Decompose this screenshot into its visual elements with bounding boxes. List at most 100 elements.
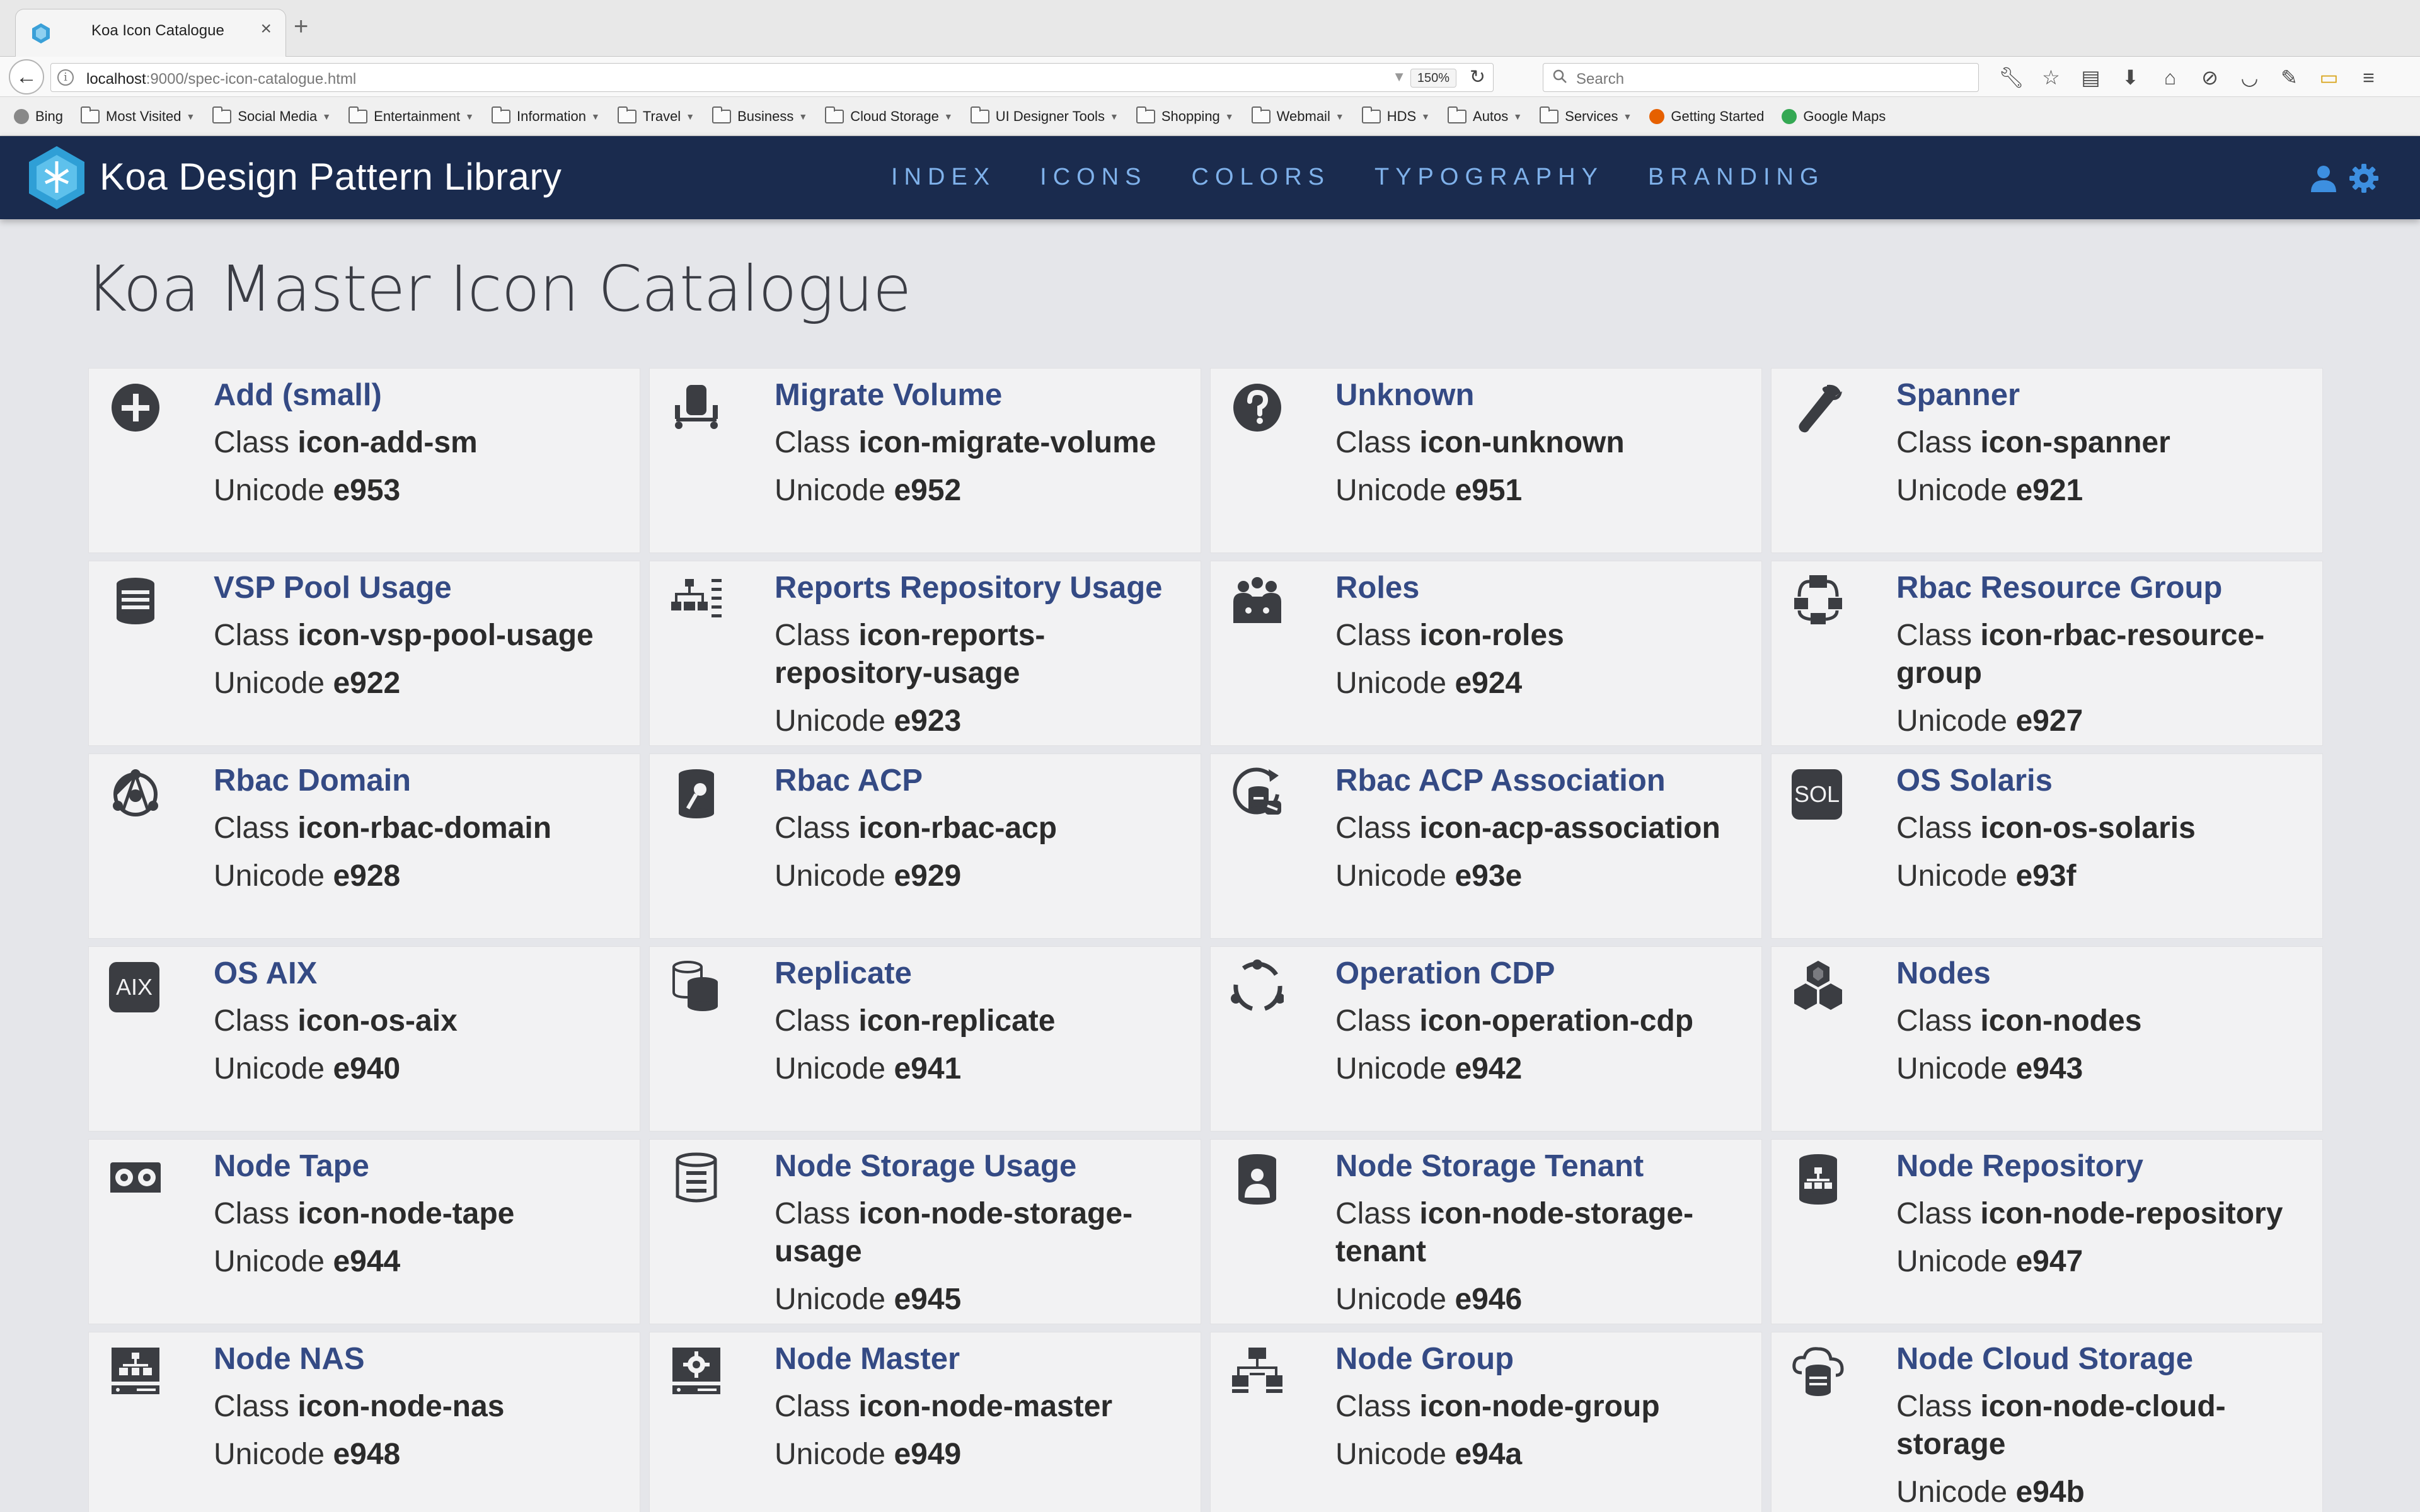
icon-unicode-line: Unicode e944	[214, 1243, 628, 1281]
icon-card: Node Storage Tenant Class icon-node-stora…	[1210, 1139, 1762, 1324]
icon-card: AIX OS AIX Class icon-os-aix Unicode e940	[88, 946, 640, 1131]
bookmark-item[interactable]: Webmail ▼	[1251, 106, 1344, 125]
icon-catalogue-grid: Add (small) Class icon-add-sm Unicode e953…	[88, 368, 2327, 1512]
icon-name: Node NAS	[214, 1342, 365, 1376]
folder-icon	[349, 106, 368, 123]
nav-colors[interactable]: COLORS	[1192, 164, 1330, 191]
stop-icon[interactable]: ⊘	[2190, 66, 2230, 89]
site-info-icon[interactable]: i	[57, 69, 74, 86]
icon-card-body: Roles Class icon-roles Unicode e924	[1335, 569, 1750, 702]
migrate-icon	[675, 385, 718, 429]
menu-icon[interactable]: ≡	[2349, 66, 2388, 89]
bookmark-item[interactable]: Autos ▼	[1448, 106, 1522, 125]
search-bar[interactable]: Search	[1543, 63, 1979, 92]
koa-logo-icon[interactable]	[26, 145, 87, 210]
bookmark-item[interactable]: Cloud Storage ▼	[825, 106, 953, 125]
back-button[interactable]: ←	[9, 59, 44, 94]
icon-unicode-line: Unicode e951	[1335, 472, 1750, 510]
class-label: Class	[1335, 1004, 1412, 1038]
reload-icon[interactable]: ↻	[1470, 66, 1485, 88]
zoom-indicator[interactable]: 150%	[1410, 69, 1456, 88]
icon-unicode-line: Unicode e929	[775, 857, 1189, 895]
icon-card-body: Node Group Class icon-node-group Unicode e…	[1335, 1340, 1750, 1474]
icon-card-body: Operation CDP Class icon-operation-cdp Uni…	[1335, 954, 1750, 1088]
new-tab-button[interactable]: +	[294, 14, 308, 39]
site-favicon-icon	[14, 108, 29, 124]
bookmark-item[interactable]: Entertainment ▼	[349, 106, 474, 125]
bookmark-item[interactable]: Most Visited ▼	[81, 106, 195, 125]
user-icon[interactable]	[2309, 164, 2338, 193]
icon-name: Nodes	[1896, 956, 1991, 990]
icon-card: Node Group Class icon-node-group Unicode e…	[1210, 1332, 1762, 1512]
bookmark-item[interactable]: Google Maps	[1782, 108, 1886, 125]
icon-class-value: icon-spanner	[1980, 426, 2170, 459]
bookmark-item[interactable]: UI Designer Tools ▼	[970, 106, 1119, 125]
class-label: Class	[1896, 619, 1973, 652]
clipboard-icon[interactable]: ▤	[2071, 66, 2111, 89]
icon-class-value: icon-add-sm	[297, 426, 478, 459]
nav-branding[interactable]: BRANDING	[1648, 164, 1825, 191]
unicode-label: Unicode	[1896, 859, 2008, 893]
wrench-icon[interactable]: 🔧︎	[1991, 66, 2031, 89]
icon-unicode-line: Unicode e948	[214, 1436, 628, 1474]
icon-unicode-value: e942	[1455, 1052, 1523, 1085]
bookmark-item[interactable]: Travel ▼	[617, 106, 694, 125]
gear-icon[interactable]	[2348, 163, 2380, 194]
bookmark-label: Business	[737, 108, 794, 124]
acp-icon	[679, 769, 714, 818]
icon-class-line: Class icon-node-storage-usage	[775, 1195, 1189, 1271]
browser-tab[interactable]: Koa Icon Catalogue ×	[15, 9, 286, 57]
class-label: Class	[1896, 1390, 1973, 1423]
icon-unicode-line: Unicode e946	[1335, 1281, 1750, 1319]
icon-card-body: Rbac ACP Association Class icon-acp-assoc…	[1335, 762, 1750, 895]
resource-group-icon	[1794, 575, 1842, 624]
bookmark-star-icon[interactable]: ☆	[2031, 66, 2071, 89]
unicode-label: Unicode	[214, 667, 325, 700]
home-icon[interactable]: ⌂	[2150, 66, 2190, 89]
class-label: Class	[1896, 1004, 1973, 1038]
chevron-down-icon: ▼	[591, 111, 600, 122]
bookmark-item[interactable]: Social Media ▼	[212, 106, 331, 125]
icon-name: Rbac ACP Association	[1335, 764, 1666, 798]
pocket-icon[interactable]: ◡	[2230, 66, 2269, 89]
folder-icon	[1361, 106, 1381, 123]
bookmark-item[interactable]: Information ▼	[491, 106, 600, 125]
bookmark-item[interactable]: HDS ▼	[1361, 106, 1430, 125]
bookmark-item[interactable]: Shopping ▼	[1136, 106, 1234, 125]
extension-icon[interactable]: ✎	[2269, 66, 2309, 89]
acp-association-icon	[1233, 767, 1281, 815]
brand-title[interactable]: Koa Design Pattern Library	[100, 155, 562, 198]
icon-class-value: icon-roles	[1419, 619, 1564, 652]
bookmark-item[interactable]: Getting Started	[1649, 108, 1764, 125]
unicode-label: Unicode	[1896, 1475, 2008, 1509]
icon-unicode-value: e927	[2015, 704, 2083, 738]
icon-class-line: Class icon-replicate	[775, 1002, 1189, 1040]
unicode-label: Unicode	[1335, 667, 1447, 700]
icon-unicode-value: e951	[1455, 474, 1523, 507]
nav-icons[interactable]: ICONS	[1040, 164, 1147, 191]
bookmark-item[interactable]: Business ▼	[712, 106, 808, 125]
url-bar[interactable]: i localhost:9000/spec-icon-catalogue.htm…	[50, 63, 1494, 92]
tab-close-icon[interactable]: ×	[260, 18, 272, 40]
reports-icon	[671, 579, 722, 617]
icon-name: Rbac ACP	[775, 764, 923, 798]
unicode-label: Unicode	[775, 1438, 886, 1471]
nav-typography[interactable]: TYPOGRAPHY	[1374, 164, 1604, 191]
url-dropdown-icon[interactable]: ▼	[1392, 69, 1406, 85]
unicode-label: Unicode	[1335, 1283, 1447, 1316]
icon-card-body: Rbac Resource Group Class icon-rbac-resou…	[1896, 569, 2311, 740]
download-icon[interactable]: ⬇	[2111, 66, 2150, 89]
chevron-down-icon: ▼	[798, 111, 808, 122]
icon-class-value: icon-vsp-pool-usage	[297, 619, 594, 652]
icon-unicode-line: Unicode e921	[1896, 472, 2311, 510]
class-label: Class	[1896, 811, 1973, 845]
icon-class-value: icon-node-group	[1419, 1390, 1660, 1423]
bookmark-item[interactable]: Bing	[14, 108, 63, 125]
note-icon[interactable]: ▭	[2309, 66, 2349, 89]
unicode-label: Unicode	[214, 474, 325, 507]
bookmark-item[interactable]: Services ▼	[1540, 106, 1632, 125]
folder-icon	[212, 106, 232, 123]
nav-index[interactable]: INDEX	[891, 164, 996, 191]
icon-class-line: Class icon-node-nas	[214, 1388, 628, 1426]
folder-icon	[1448, 106, 1467, 123]
